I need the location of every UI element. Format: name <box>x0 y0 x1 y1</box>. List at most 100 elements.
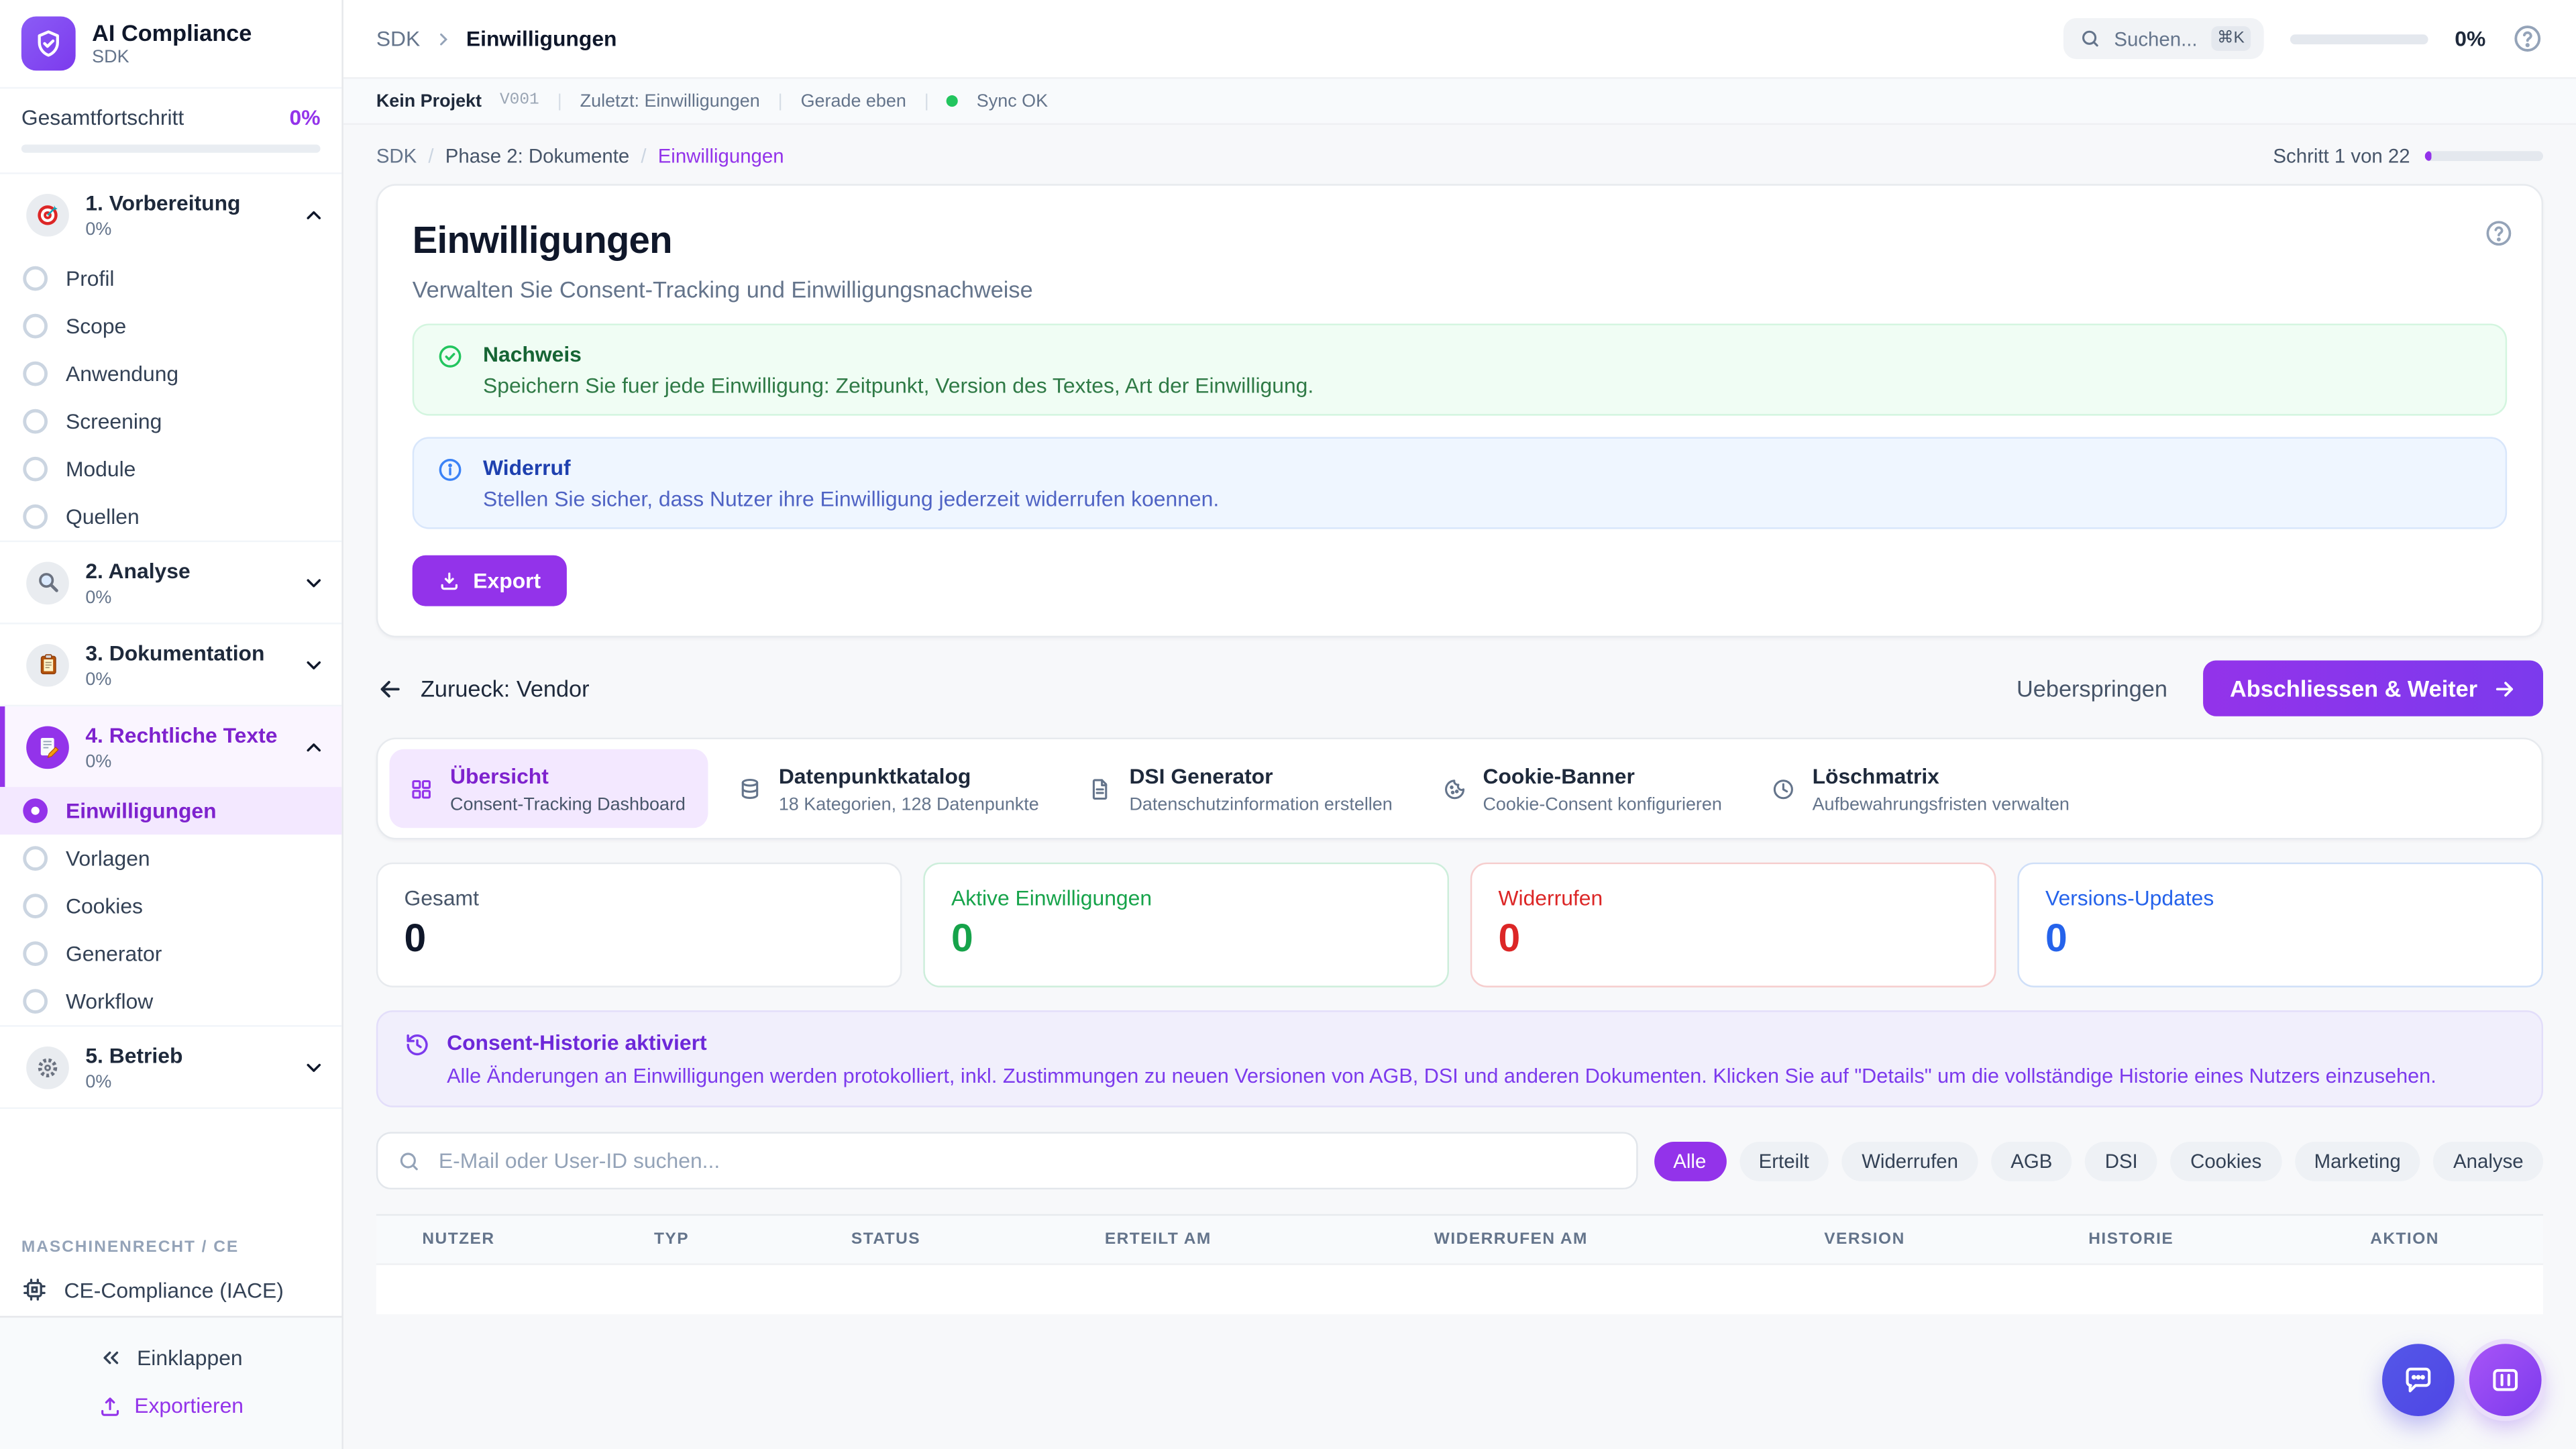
finish-next-label: Abschliessen & Weiter <box>2230 676 2477 702</box>
stat-value: 0 <box>951 917 1421 963</box>
sidebar-item-label: Cookies <box>66 894 143 918</box>
tab-subtitle: Consent-Tracking Dashboard <box>450 795 686 814</box>
back-link[interactable]: Zurueck: Vendor <box>376 674 590 702</box>
help-icon[interactable] <box>2512 23 2543 54</box>
sidebar-section-5[interactable]: 5. Betrieb0% <box>0 1027 341 1108</box>
sidebar: AI Compliance SDK Gesamtfortschritt 0% 1… <box>0 0 343 1449</box>
sidebar-section-2[interactable]: 2. Analyse0% <box>0 542 341 623</box>
filter-pill-widerrufen[interactable]: Widerrufen <box>1842 1141 1978 1181</box>
sidebar-section-1[interactable]: 1. Vorbereitung0% <box>0 174 341 255</box>
radio-empty-icon <box>23 894 48 918</box>
skip-button[interactable]: Ueberspringen <box>2017 676 2167 702</box>
tab-datenpunktkatalog[interactable]: Datenpunktkatalog18 Kategorien, 128 Date… <box>718 749 1059 828</box>
sidebar-item-quellen[interactable]: Quellen <box>0 493 341 541</box>
sidebar-item-label: Module <box>66 457 136 482</box>
subnav-tabs: Übersicht Consent-Tracking Dashboard Date… <box>376 738 2543 840</box>
filter-row: Alle Erteilt Widerrufen AGB DSI Cookies Market… <box>376 1132 2543 1189</box>
filter-pill-analyse[interactable]: Analyse <box>2434 1141 2543 1181</box>
sidebar-item-scope[interactable]: Scope <box>0 303 341 350</box>
user-search-input[interactable] <box>435 1146 1616 1175</box>
document-icon <box>1088 776 1113 801</box>
filter-pill-erteilt[interactable]: Erteilt <box>1739 1141 1829 1181</box>
shield-check-logo-icon <box>21 16 76 70</box>
breadcrumb-root[interactable]: SDK <box>376 26 420 51</box>
sidebar-section-3[interactable]: 3. Dokumentation0% <box>0 625 341 705</box>
radio-empty-icon <box>23 409 48 434</box>
stat-label: Gesamt <box>404 885 873 910</box>
chevron-up-icon <box>303 203 325 225</box>
sidebar-item-label: Quellen <box>66 504 140 529</box>
table-body-empty <box>376 1263 2543 1314</box>
radio-selected-icon <box>23 798 48 823</box>
sidebar-item-vorlagen[interactable]: Vorlagen <box>0 835 341 882</box>
chat-fab-button[interactable] <box>2382 1344 2455 1416</box>
filter-pill-marketing[interactable]: Marketing <box>2294 1141 2420 1181</box>
sidebar-item-cookies[interactable]: Cookies <box>0 882 341 930</box>
history-banner-text: Alle Änderungen an Einwilligungen werden… <box>447 1065 2436 1087</box>
filter-pill-agb[interactable]: AGB <box>1991 1141 2072 1181</box>
sidebar-item-label: Scope <box>66 314 126 339</box>
sidebar-section-4[interactable]: 4. Rechtliche Texte0% <box>0 706 341 787</box>
stat-label: Aktive Einwilligungen <box>951 885 1421 910</box>
export-label: Exportieren <box>134 1393 244 1418</box>
columns-fab-button[interactable] <box>2469 1344 2542 1416</box>
tab-title: Übersicht <box>450 764 549 789</box>
notice-success: NachweisSpeichern Sie fuer jede Einwilli… <box>413 323 2507 415</box>
tab-subtitle: Cookie-Consent konfigurieren <box>1483 795 1721 814</box>
sync-status-label: Sync OK <box>977 91 1048 111</box>
sidebar-item-profil[interactable]: Profil <box>0 255 341 303</box>
page-breadcrumb-mid[interactable]: Phase 2: Dokumente <box>445 145 629 168</box>
target-icon <box>26 193 69 236</box>
finish-next-button[interactable]: Abschliessen & Weiter <box>2204 660 2543 716</box>
sidebar-item-ce-compliance[interactable]: CE-Compliance (IACE) <box>0 1263 341 1316</box>
column-header-historie: HISTORIE <box>2088 1230 2370 1248</box>
notice-title: Nachweis <box>483 341 1313 366</box>
tab-dsi-generator[interactable]: DSI GeneratorDatenschutzinformation erst… <box>1069 749 1412 828</box>
sidebar-item-generator[interactable]: Generator <box>0 930 341 977</box>
export-sidebar-button[interactable]: Exportieren <box>0 1382 341 1430</box>
stat-card-widerrufen: Widerrufen0 <box>1470 863 1996 987</box>
filter-pill-dsi[interactable]: DSI <box>2085 1141 2157 1181</box>
search-icon <box>2080 28 2101 50</box>
card-help-icon[interactable] <box>2484 219 2514 248</box>
sidebar-item-label: Vorlagen <box>66 846 150 871</box>
tab-löschmatrix[interactable]: LöschmatrixAufbewahrungsfristen verwalte… <box>1752 749 2089 828</box>
sidebar-item-label: CE-Compliance (IACE) <box>64 1277 284 1302</box>
sidebar-item-anwendung[interactable]: Anwendung <box>0 350 341 398</box>
sidebar-item-label: Einwilligungen <box>66 798 217 823</box>
search-placeholder: Suchen... <box>2114 27 2197 50</box>
sidebar-item-screening[interactable]: Screening <box>0 398 341 445</box>
chat-bubble-icon <box>2402 1364 2434 1397</box>
filter-pill-alle[interactable]: Alle <box>1654 1141 1726 1181</box>
sidebar-item-einwilligungen[interactable]: Einwilligungen <box>0 787 341 835</box>
clock-icon <box>1771 776 1796 801</box>
column-header-status: STATUS <box>851 1230 1105 1248</box>
overall-progress-value: 0% <box>290 105 321 130</box>
section-label: 1. Vorbereitung <box>85 191 240 215</box>
export-button[interactable]: Export <box>413 555 568 606</box>
notice-text: Stellen Sie sicher, dass Nutzer ihre Ein… <box>483 486 1219 511</box>
step-progress-bar <box>2425 151 2543 161</box>
search-icon <box>398 1149 421 1172</box>
sidebar-item-workflow[interactable]: Workflow <box>0 977 341 1025</box>
sidebar-item-label: Anwendung <box>66 362 178 386</box>
page-breadcrumb-root[interactable]: SDK <box>376 145 417 168</box>
radio-empty-icon <box>23 362 48 386</box>
filter-pill-cookies[interactable]: Cookies <box>2171 1141 2282 1181</box>
stat-card-versions-updates: Versions-Updates0 <box>2017 863 2543 987</box>
cpu-chip-icon <box>21 1277 48 1303</box>
sidebar-item-label: Workflow <box>66 989 153 1014</box>
global-search-button[interactable]: Suchen... ⌘K <box>2063 18 2264 59</box>
collapse-sidebar-button[interactable]: Einklappen <box>0 1334 341 1382</box>
database-icon <box>738 776 763 801</box>
tab-cookie-banner[interactable]: Cookie-BannerCookie-Consent konfiguriere… <box>1422 749 1741 828</box>
double-chevron-left-icon <box>99 1346 124 1371</box>
chevron-right-icon <box>433 29 453 48</box>
column-header-widerrufen-am: WIDERRUFEN AM <box>1434 1230 1824 1248</box>
grid-icon <box>409 776 434 801</box>
sidebar-item-module[interactable]: Module <box>0 445 341 493</box>
user-search-box <box>376 1132 1638 1189</box>
columns-icon <box>2489 1364 2522 1397</box>
chevron-down-icon <box>303 1055 325 1078</box>
tab-übersicht[interactable]: Übersicht Consent-Tracking Dashboard <box>389 749 708 828</box>
